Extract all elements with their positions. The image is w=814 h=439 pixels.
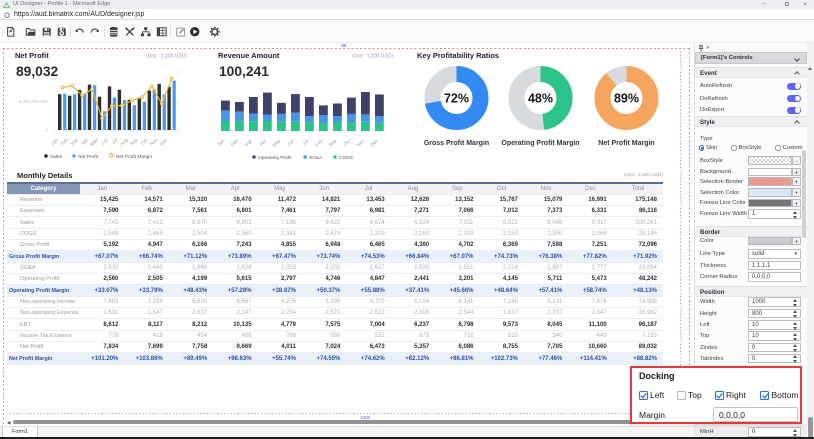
svg-text:May: May	[271, 138, 282, 149]
svg-text:Gross Profit Margin: Gross Profit Margin	[424, 140, 489, 147]
svg-text:Feb: Feb	[60, 137, 70, 147]
svg-text:Sep: Sep	[328, 138, 339, 149]
svg-text:Aug: Aug	[119, 137, 130, 148]
svg-text:Apr: Apr	[258, 138, 268, 148]
svg-text:Jan: Jan	[216, 138, 226, 148]
svg-text:Jun: Jun	[286, 138, 296, 148]
svg-text:89,032: 89,032	[16, 64, 59, 79]
svg-text:Nov: Nov	[149, 137, 160, 148]
svg-text:Jun: Jun	[100, 137, 110, 147]
svg-text:1: 1	[177, 99, 180, 104]
svg-text:Oct: Oct	[342, 138, 352, 148]
svg-text:Dec: Dec	[159, 137, 170, 148]
svg-text:Aug: Aug	[314, 138, 325, 149]
svg-text:Sep: Sep	[129, 137, 140, 148]
svg-text:Apr: Apr	[80, 137, 90, 147]
svg-text:SG&A: SG&A	[309, 155, 323, 161]
svg-text:0: 0	[177, 128, 180, 133]
svg-text:Net Profit Margin: Net Profit Margin	[598, 140, 654, 147]
svg-text:Mar: Mar	[244, 138, 254, 148]
svg-text:Jul: Jul	[111, 137, 120, 146]
svg-text:Revenue Amount: Revenue Amount	[218, 51, 280, 60]
svg-text:Mar: Mar	[70, 137, 80, 147]
svg-text:(Unit : 1,000 USD): (Unit : 1,000 USD)	[352, 54, 393, 60]
svg-text:89%: 89%	[614, 92, 639, 106]
svg-text:Oct: Oct	[140, 137, 150, 147]
svg-text:48%: 48%	[528, 92, 553, 106]
svg-text:Jan: Jan	[50, 137, 60, 147]
svg-text:Jul: Jul	[301, 138, 310, 147]
svg-text:Feb: Feb	[230, 138, 240, 148]
svg-text:COGS: COGS	[339, 155, 353, 161]
svg-text:72%: 72%	[444, 92, 469, 106]
svg-text:1: 1	[177, 70, 180, 75]
svg-text:(Unit : 1,000 USD): (Unit : 1,000 USD)	[146, 54, 187, 60]
svg-text:0: 0	[45, 128, 48, 133]
svg-text:6,000,000,000: 6,000,000,000	[19, 99, 49, 104]
svg-text:Net Profit Margin: Net Profit Margin	[116, 154, 152, 160]
svg-text:Nov: Nov	[356, 138, 367, 149]
svg-text:100,241: 100,241	[219, 64, 269, 79]
svg-text:Sales: Sales	[50, 154, 63, 160]
svg-text:Net Profit: Net Profit	[78, 154, 99, 160]
svg-text:Key Profitability Ratios: Key Profitability Ratios	[417, 51, 499, 60]
svg-text:Net Profit: Net Profit	[15, 51, 49, 60]
svg-text:Dec: Dec	[370, 138, 381, 149]
svg-text:Operating Profit Margin: Operating Profit Margin	[501, 140, 579, 147]
svg-text:Operating Profit: Operating Profit	[258, 155, 292, 161]
svg-text:May: May	[89, 137, 100, 148]
